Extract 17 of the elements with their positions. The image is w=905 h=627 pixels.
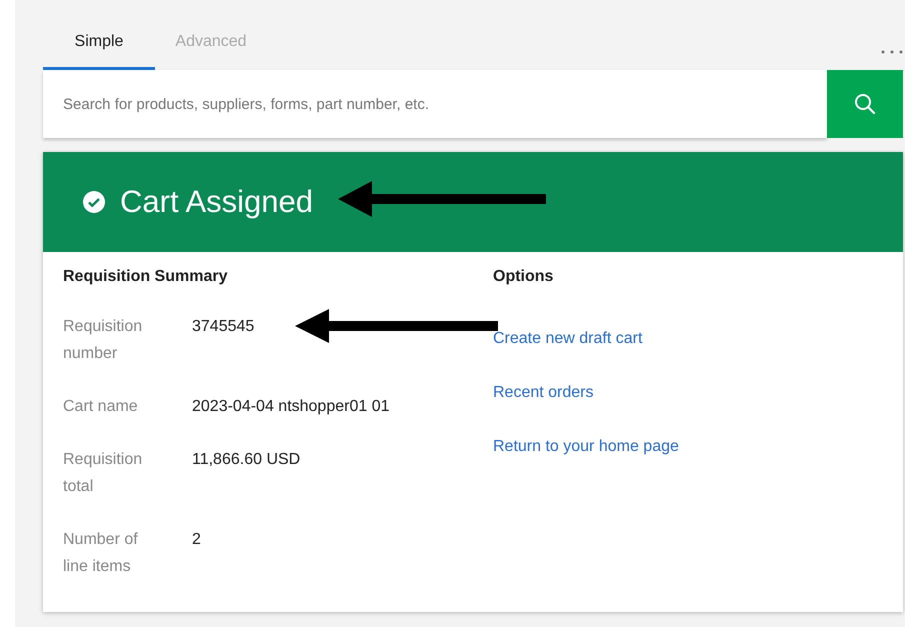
banner-title: Cart Assigned xyxy=(120,184,313,220)
option-link[interactable]: Return to your home page xyxy=(493,438,679,456)
field-value: 2 xyxy=(192,530,201,550)
search-icon xyxy=(853,92,877,116)
option-link[interactable]: Recent orders xyxy=(493,384,594,402)
field-label: Requisition total xyxy=(63,450,144,497)
field-label: Number of line items xyxy=(63,530,139,577)
field-value: 11,866.60 USD xyxy=(192,450,300,470)
field-label: Cart name xyxy=(63,397,139,417)
search-field[interactable]: Search for products, suppliers, forms, part number, etc. xyxy=(43,70,827,138)
field-value: 2023-04-04 ntshopper01 01 xyxy=(192,397,390,417)
section-heading: Requisition Summary xyxy=(63,268,228,286)
section-heading: Options xyxy=(493,268,554,286)
field-value: 3745545 xyxy=(192,317,254,337)
option-link[interactable]: Create new draft cart xyxy=(493,330,642,348)
field-label: Requisition number xyxy=(63,317,144,364)
check-circle-icon xyxy=(82,190,106,214)
